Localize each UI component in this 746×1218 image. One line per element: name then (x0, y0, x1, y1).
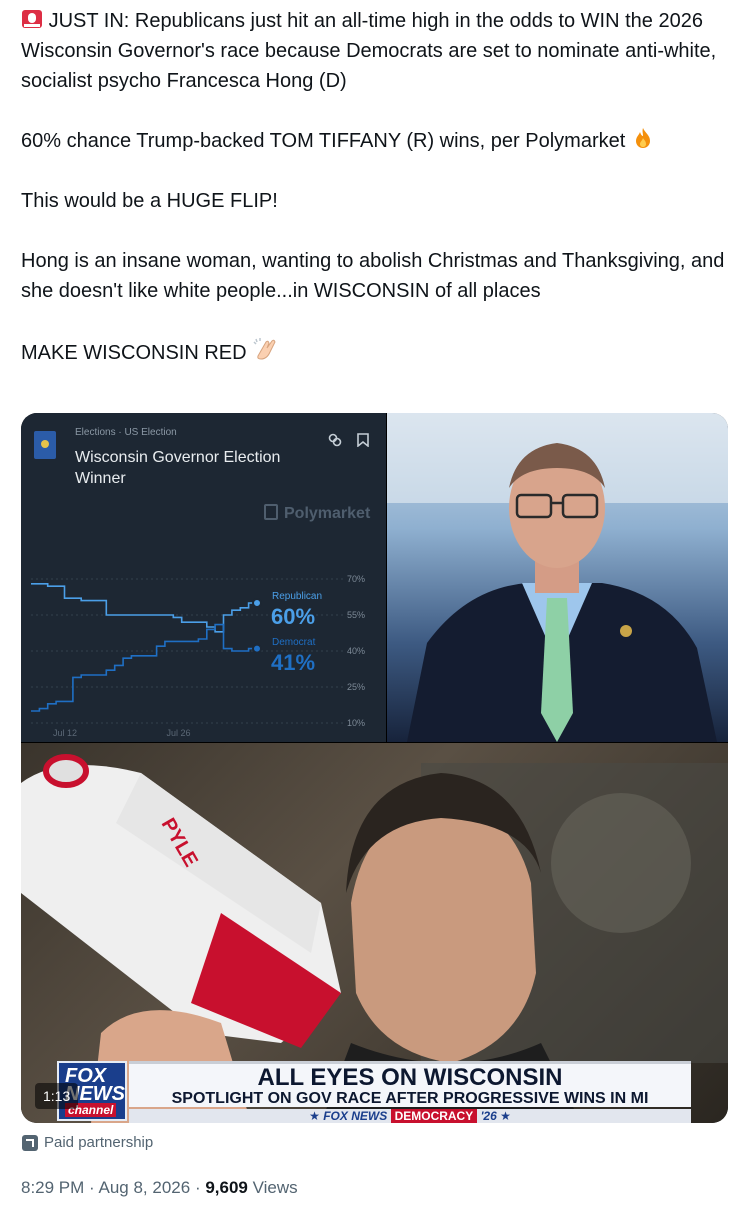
x-tick-label: Jul 26 (166, 728, 190, 738)
y-tick-label: 10% (347, 718, 365, 728)
democrat-label: Democrat (272, 637, 316, 648)
tweet-text: JUST IN: Republicans just hit an all-tim… (21, 6, 726, 368)
tweet-paragraph-4: Hong is an insane woman, wanting to abol… (21, 250, 725, 302)
series-end-point-republican (252, 598, 262, 608)
fire-icon (635, 128, 650, 148)
tweet-paragraph-2: 60% chance Trump-backed TOM TIFFANY (R) … (21, 126, 726, 156)
chart-plot: 70% 55% 40% 25% 10% Jul 12 Jul 26 (31, 574, 365, 738)
views-label: Views (252, 1178, 298, 1197)
democrat-value: 41% (271, 650, 316, 675)
media-grid[interactable]: Elections · US Election Wisconsin Govern… (21, 413, 728, 1123)
portrait-illustration (387, 413, 728, 742)
y-tick-label: 70% (347, 574, 365, 584)
republican-value: 60% (271, 604, 316, 629)
y-tick-label: 55% (347, 610, 365, 620)
y-tick-label: 25% (347, 682, 365, 692)
fox-headline-panel: ALL EYES ON WISCONSIN SPOTLIGHT ON GOV R… (129, 1061, 691, 1107)
view-count: 9,609 (205, 1178, 248, 1197)
clapping-hands-icon (253, 338, 276, 360)
siren-icon (22, 10, 42, 28)
polymarket-chart-image[interactable]: Elections · US Election Wisconsin Govern… (21, 413, 386, 742)
tweet-time[interactable]: 8:29 PM (21, 1178, 84, 1197)
paid-partnership-icon (22, 1134, 38, 1151)
series-line-democrat (31, 623, 257, 712)
tweet-date[interactable]: Aug 8, 2026 (99, 1178, 191, 1197)
series-end-point-democrat (252, 643, 262, 654)
y-tick-label: 40% (347, 646, 365, 656)
fox-subhead: SPOTLIGHT ON GOV RACE AFTER PROGRESSIVE … (171, 1090, 649, 1107)
fox-headline: ALL EYES ON WISCONSIN (257, 1064, 563, 1091)
tweet-paragraph-1: JUST IN: Republicans just hit an all-tim… (21, 10, 717, 92)
video-timestamp: 1:13 (35, 1083, 79, 1109)
paid-partnership-label: Paid partnership (44, 1134, 154, 1151)
candidate-portrait-image[interactable] (387, 413, 728, 742)
fox-news-lower-third: FOX NEWS channel ALL EYES ON WISCONSIN S… (57, 1059, 691, 1123)
fox-brand-bar: ★ FOX NEWS DEMOCRACY '26 ★ (129, 1109, 691, 1123)
x-tick-label: Jul 12 (53, 728, 77, 738)
tweet-meta: 8:29 PM · Aug 8, 2026 · 9,609 Views (21, 1178, 298, 1197)
tweet-paragraph-5: MAKE WISCONSIN RED (21, 336, 726, 368)
republican-label: Republican (272, 591, 323, 602)
tweet-paragraph-3: This would be a HUGE FLIP! (21, 190, 278, 212)
paid-partnership[interactable]: Paid partnership (22, 1134, 153, 1151)
